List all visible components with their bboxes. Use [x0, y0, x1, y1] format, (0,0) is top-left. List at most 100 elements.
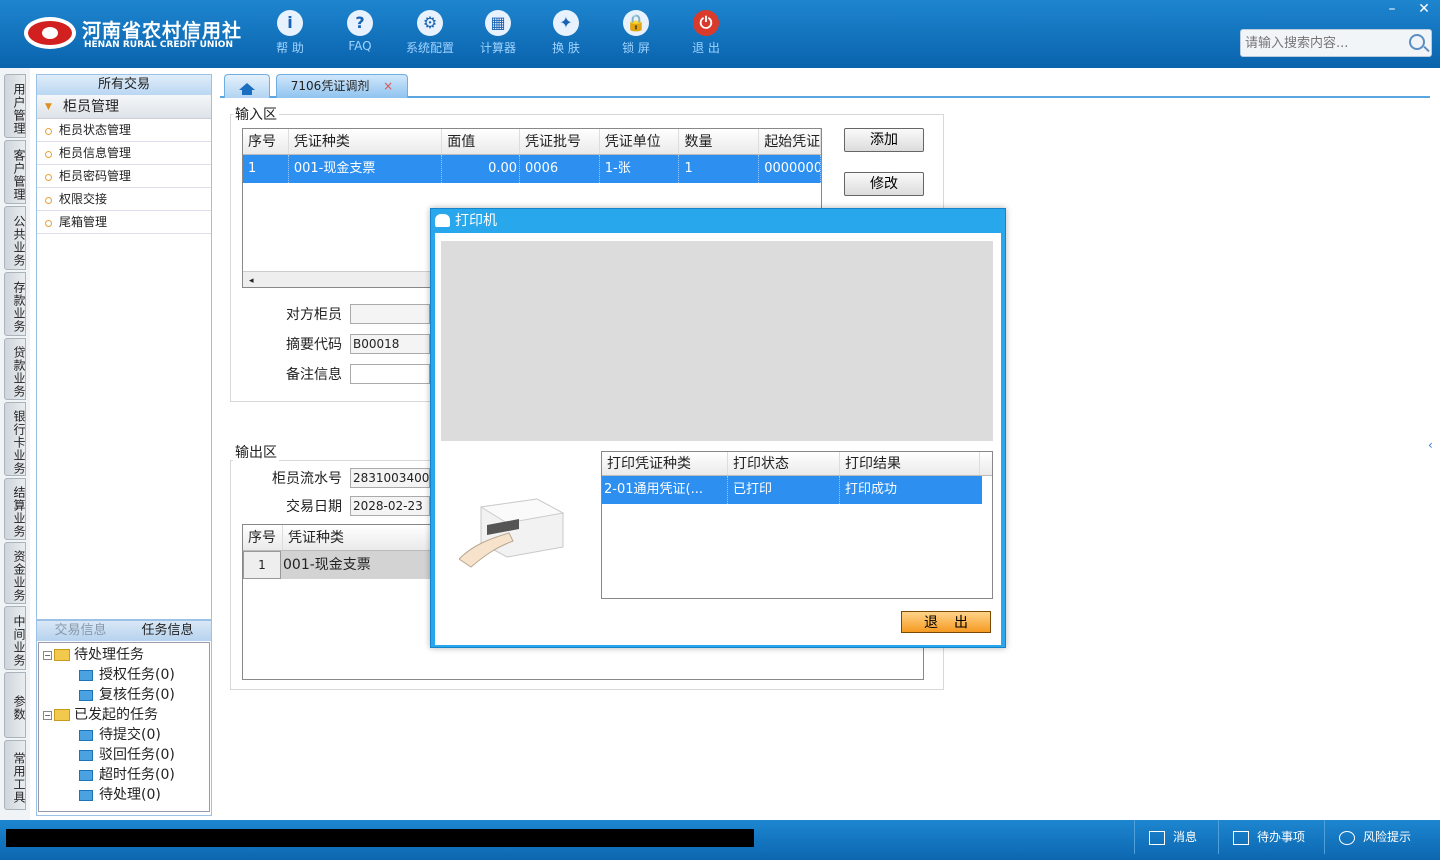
close-icon[interactable]: ✕	[1408, 0, 1440, 20]
help-icon: i	[277, 10, 303, 36]
tree-node-initiated[interactable]: − 已发起的任务	[39, 705, 209, 725]
vtab-tools[interactable]: 常用工具	[4, 740, 26, 810]
toolbar-help-button[interactable]: i帮 助	[260, 10, 320, 56]
messages-button[interactable]: 消息	[1134, 820, 1218, 854]
minimize-icon[interactable]: –	[1376, 0, 1408, 20]
vtab-deposit[interactable]: 存款业务	[4, 272, 26, 336]
scroll-left-icon[interactable]: ◂	[243, 276, 254, 286]
table-row[interactable]: 2-01通用凭证(... 已打印 打印成功	[602, 476, 982, 504]
vtab-funds[interactable]: 资金业务	[4, 542, 26, 604]
nav-group-teller-mgmt[interactable]: 柜员管理	[37, 95, 211, 119]
dialog-exit-button[interactable]: 退出	[901, 611, 991, 633]
col-header: 序号	[243, 525, 283, 550]
vtab-public-business[interactable]: 公共业务	[4, 206, 26, 270]
window-controls: – ✕	[1376, 0, 1440, 20]
status-message-bar	[6, 829, 754, 847]
toolbar-calculator-button[interactable]: ▦ 计算器	[468, 10, 528, 56]
collapse-icon[interactable]: −	[43, 650, 52, 660]
tab-voucher-adjust[interactable]: 7106凭证调剂 ×	[276, 74, 408, 98]
tree-node-rejected[interactable]: 驳回任务(0)	[39, 745, 209, 765]
tree-node-to-submit[interactable]: 待提交(0)	[39, 725, 209, 745]
remark-field[interactable]	[350, 364, 430, 384]
left-vertical-tabs: 用户管理 客户管理 公共业务 存款业务 贷款业务 银行卡业务 结算业务 资金业务…	[0, 68, 30, 820]
vtab-params[interactable]: 参数	[4, 672, 26, 738]
tab-transaction-info[interactable]: 交易信息	[37, 621, 124, 641]
faq-icon: ?	[347, 10, 373, 36]
col-header: 打印结果	[840, 452, 980, 475]
tree-node-timeout[interactable]: 超时任务(0)	[39, 765, 209, 785]
cell: 00000000	[759, 155, 821, 183]
printer-small-icon	[435, 214, 450, 227]
folder-icon	[54, 709, 70, 721]
col-header: 数量	[679, 129, 760, 154]
todo-button[interactable]: 待办事项	[1218, 820, 1324, 854]
trade-date-label: 交易日期	[286, 499, 342, 515]
summary-code-field[interactable]: B00018	[350, 334, 430, 354]
risk-alert-button[interactable]: 风险提示	[1324, 820, 1440, 854]
nav-item-teller-status[interactable]: 柜员状态管理	[37, 119, 211, 142]
system-config-icon: ⚙	[417, 10, 443, 36]
table-row[interactable]: 1 001-现金支票 0.00 0006 1-张 1 00000000	[243, 155, 821, 183]
toolbar-faq-button[interactable]: ? FAQ	[330, 10, 390, 53]
print-grid-header: 打印凭证种类 打印状态 打印结果	[602, 452, 992, 476]
toolbar-system-config-button[interactable]: ⚙ 系统配置	[400, 10, 460, 56]
tab-task-info[interactable]: 任务信息	[124, 621, 211, 641]
tree-node-authorize[interactable]: 授权任务(0)	[39, 665, 209, 685]
search-input[interactable]	[1241, 30, 1401, 56]
logo-mark	[24, 17, 76, 49]
vtab-user-mgmt[interactable]: 用户管理	[4, 74, 26, 138]
nav-item-teller-info[interactable]: 柜员信息管理	[37, 142, 211, 165]
col-header: 面值	[442, 129, 521, 154]
nav-title: 所有交易	[37, 75, 211, 95]
edit-button[interactable]: 修改	[844, 172, 924, 196]
chat-icon	[1339, 830, 1355, 845]
exit-icon: ⏻	[693, 10, 719, 36]
task-icon	[79, 749, 93, 761]
counterpart-teller-field[interactable]	[350, 304, 430, 324]
vtab-bank-card[interactable]: 银行卡业务	[4, 402, 26, 476]
collapse-icon[interactable]: −	[43, 710, 52, 720]
status-bar: 消息 待办事项 风险提示	[0, 820, 1440, 860]
search-icon[interactable]	[1409, 34, 1425, 50]
tab-home[interactable]	[224, 74, 270, 98]
collapse-right-icon[interactable]: ‹	[1428, 420, 1440, 470]
toolbar-exit-button[interactable]: ⏻ 退 出	[676, 10, 736, 56]
trade-date-field[interactable]: 2028-02-23	[350, 496, 430, 516]
toolbar-skin-button[interactable]: ✦ 换 肤	[536, 10, 596, 56]
col-header: 凭证单位	[600, 129, 680, 154]
calculator-icon: ▦	[485, 10, 511, 36]
cell: 已打印	[728, 476, 840, 504]
tree-node-review[interactable]: 复核任务(0)	[39, 685, 209, 705]
dialog-body: 打印凭证种类 打印状态 打印结果 2-01通用凭证(... 已打印 打印成功 退…	[435, 233, 1001, 645]
printer-icon	[459, 498, 565, 568]
col-header: 凭证种类	[289, 129, 443, 154]
add-button[interactable]: 添加	[844, 128, 924, 152]
tab-close-icon[interactable]: ×	[383, 79, 393, 93]
col-header: 凭证批号	[520, 129, 600, 154]
vtab-settlement[interactable]: 结算业务	[4, 478, 26, 540]
app-header: 河南省农村信用社 HENAN RURAL CREDIT UNION i帮 助 ?…	[0, 0, 1440, 68]
teller-serial-field[interactable]: 28310034000	[350, 468, 430, 488]
counterpart-teller-label: 对方柜员	[286, 307, 342, 323]
printer-dialog: 打印机 打印凭证种类 打印状态 打印结果 2-01通用凭证(... 已打印 打印…	[430, 208, 1006, 648]
cell: 1-张	[600, 155, 680, 183]
dialog-title: 打印机	[455, 213, 497, 229]
nav-item-permission-handover[interactable]: 权限交接	[37, 188, 211, 211]
vtab-loan[interactable]: 贷款业务	[4, 338, 26, 400]
cell: 1	[243, 551, 281, 579]
nav-item-teller-password[interactable]: 柜员密码管理	[37, 165, 211, 188]
cell: 001-现金支票	[289, 155, 443, 183]
vtab-intermediate[interactable]: 中间业务	[4, 606, 26, 670]
task-icon	[79, 789, 93, 801]
tree-node-pending[interactable]: − 待处理任务	[39, 645, 209, 665]
logo-text-en: HENAN RURAL CREDIT UNION	[84, 40, 233, 50]
toolbar-lock-button[interactable]: 🔒 锁 屏	[606, 10, 666, 56]
vtab-customer-mgmt[interactable]: 客户管理	[4, 140, 26, 204]
cell: 打印成功	[845, 482, 898, 497]
task-panel-tabs: 交易信息 任务信息	[37, 621, 211, 641]
nav-item-tail-box[interactable]: 尾箱管理	[37, 211, 211, 234]
tree-node-to-process[interactable]: 待处理(0)	[39, 785, 209, 805]
input-area-label: 输入区	[233, 104, 279, 124]
task-panel: 交易信息 任务信息 − 待处理任务 授权任务(0) 复核任务(0) − 已发起的任务…	[36, 620, 212, 816]
task-icon	[79, 689, 93, 701]
